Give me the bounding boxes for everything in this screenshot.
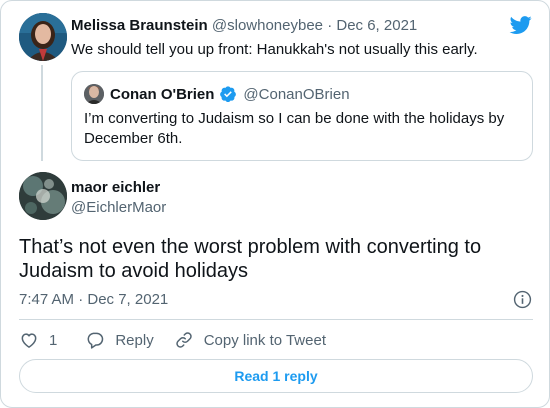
reply-author-handle[interactable]: @EichlerMaor — [71, 199, 166, 216]
quoted-author-handle: @ConanOBrien — [243, 85, 350, 103]
heart-icon — [21, 333, 37, 348]
reply-label: Reply — [115, 331, 154, 349]
copy-link-label: Copy link to Tweet — [203, 331, 326, 349]
link-icon — [175, 332, 192, 348]
reply-author-name[interactable]: maor eichler — [71, 179, 160, 196]
twitter-logo[interactable] — [509, 14, 533, 36]
reply-tweet-text: That’s not even the worst problem with c… — [19, 236, 482, 282]
read-replies-button[interactable]: Read 1 reply — [19, 359, 533, 393]
like-count: 1 — [49, 331, 58, 349]
copy-link-button[interactable]: Copy link to Tweet — [174, 330, 326, 350]
tweet-card: Melissa Braunstein @slowhoneybee · Dec 6… — [0, 0, 550, 408]
thread-connector-line — [41, 65, 43, 161]
date-separator: · — [327, 17, 333, 34]
avatar-melissa[interactable] — [19, 13, 67, 61]
tweet-timestamp[interactable]: 7:47 AM · Dec 7, 2021 — [19, 291, 168, 308]
divider — [19, 319, 533, 320]
quoted-tweet-header: Conan O'Brien @ConanOBrien — [110, 85, 350, 103]
verified-badge-icon — [220, 86, 237, 103]
tweet1-text: We should tell you up front: Hanukkah's … — [71, 41, 478, 58]
quoted-tweet[interactable]: Conan O'Brien @ConanOBrien I’m convertin… — [71, 71, 533, 161]
avatar-maor[interactable] — [19, 172, 67, 220]
reply-button[interactable]: Reply — [85, 330, 154, 350]
action-bar: 1 Reply Copy link to Tweet — [19, 329, 326, 351]
author-handle[interactable]: @slowhoneybee — [212, 17, 323, 34]
tweet1-header: Melissa Braunstein @slowhoneybee · Dec 6… — [71, 17, 417, 34]
tweet-date[interactable]: Dec 6, 2021 — [336, 17, 417, 34]
quoted-tweet-text: I’m converting to Judaism so I can be do… — [84, 110, 505, 147]
reply-icon — [87, 332, 104, 349]
quoted-author-name: Conan O'Brien — [110, 85, 215, 103]
info-icon[interactable] — [513, 290, 532, 309]
like-button[interactable]: 1 — [19, 330, 57, 350]
author-name[interactable]: Melissa Braunstein — [71, 17, 208, 34]
avatar-conan — [84, 84, 104, 104]
